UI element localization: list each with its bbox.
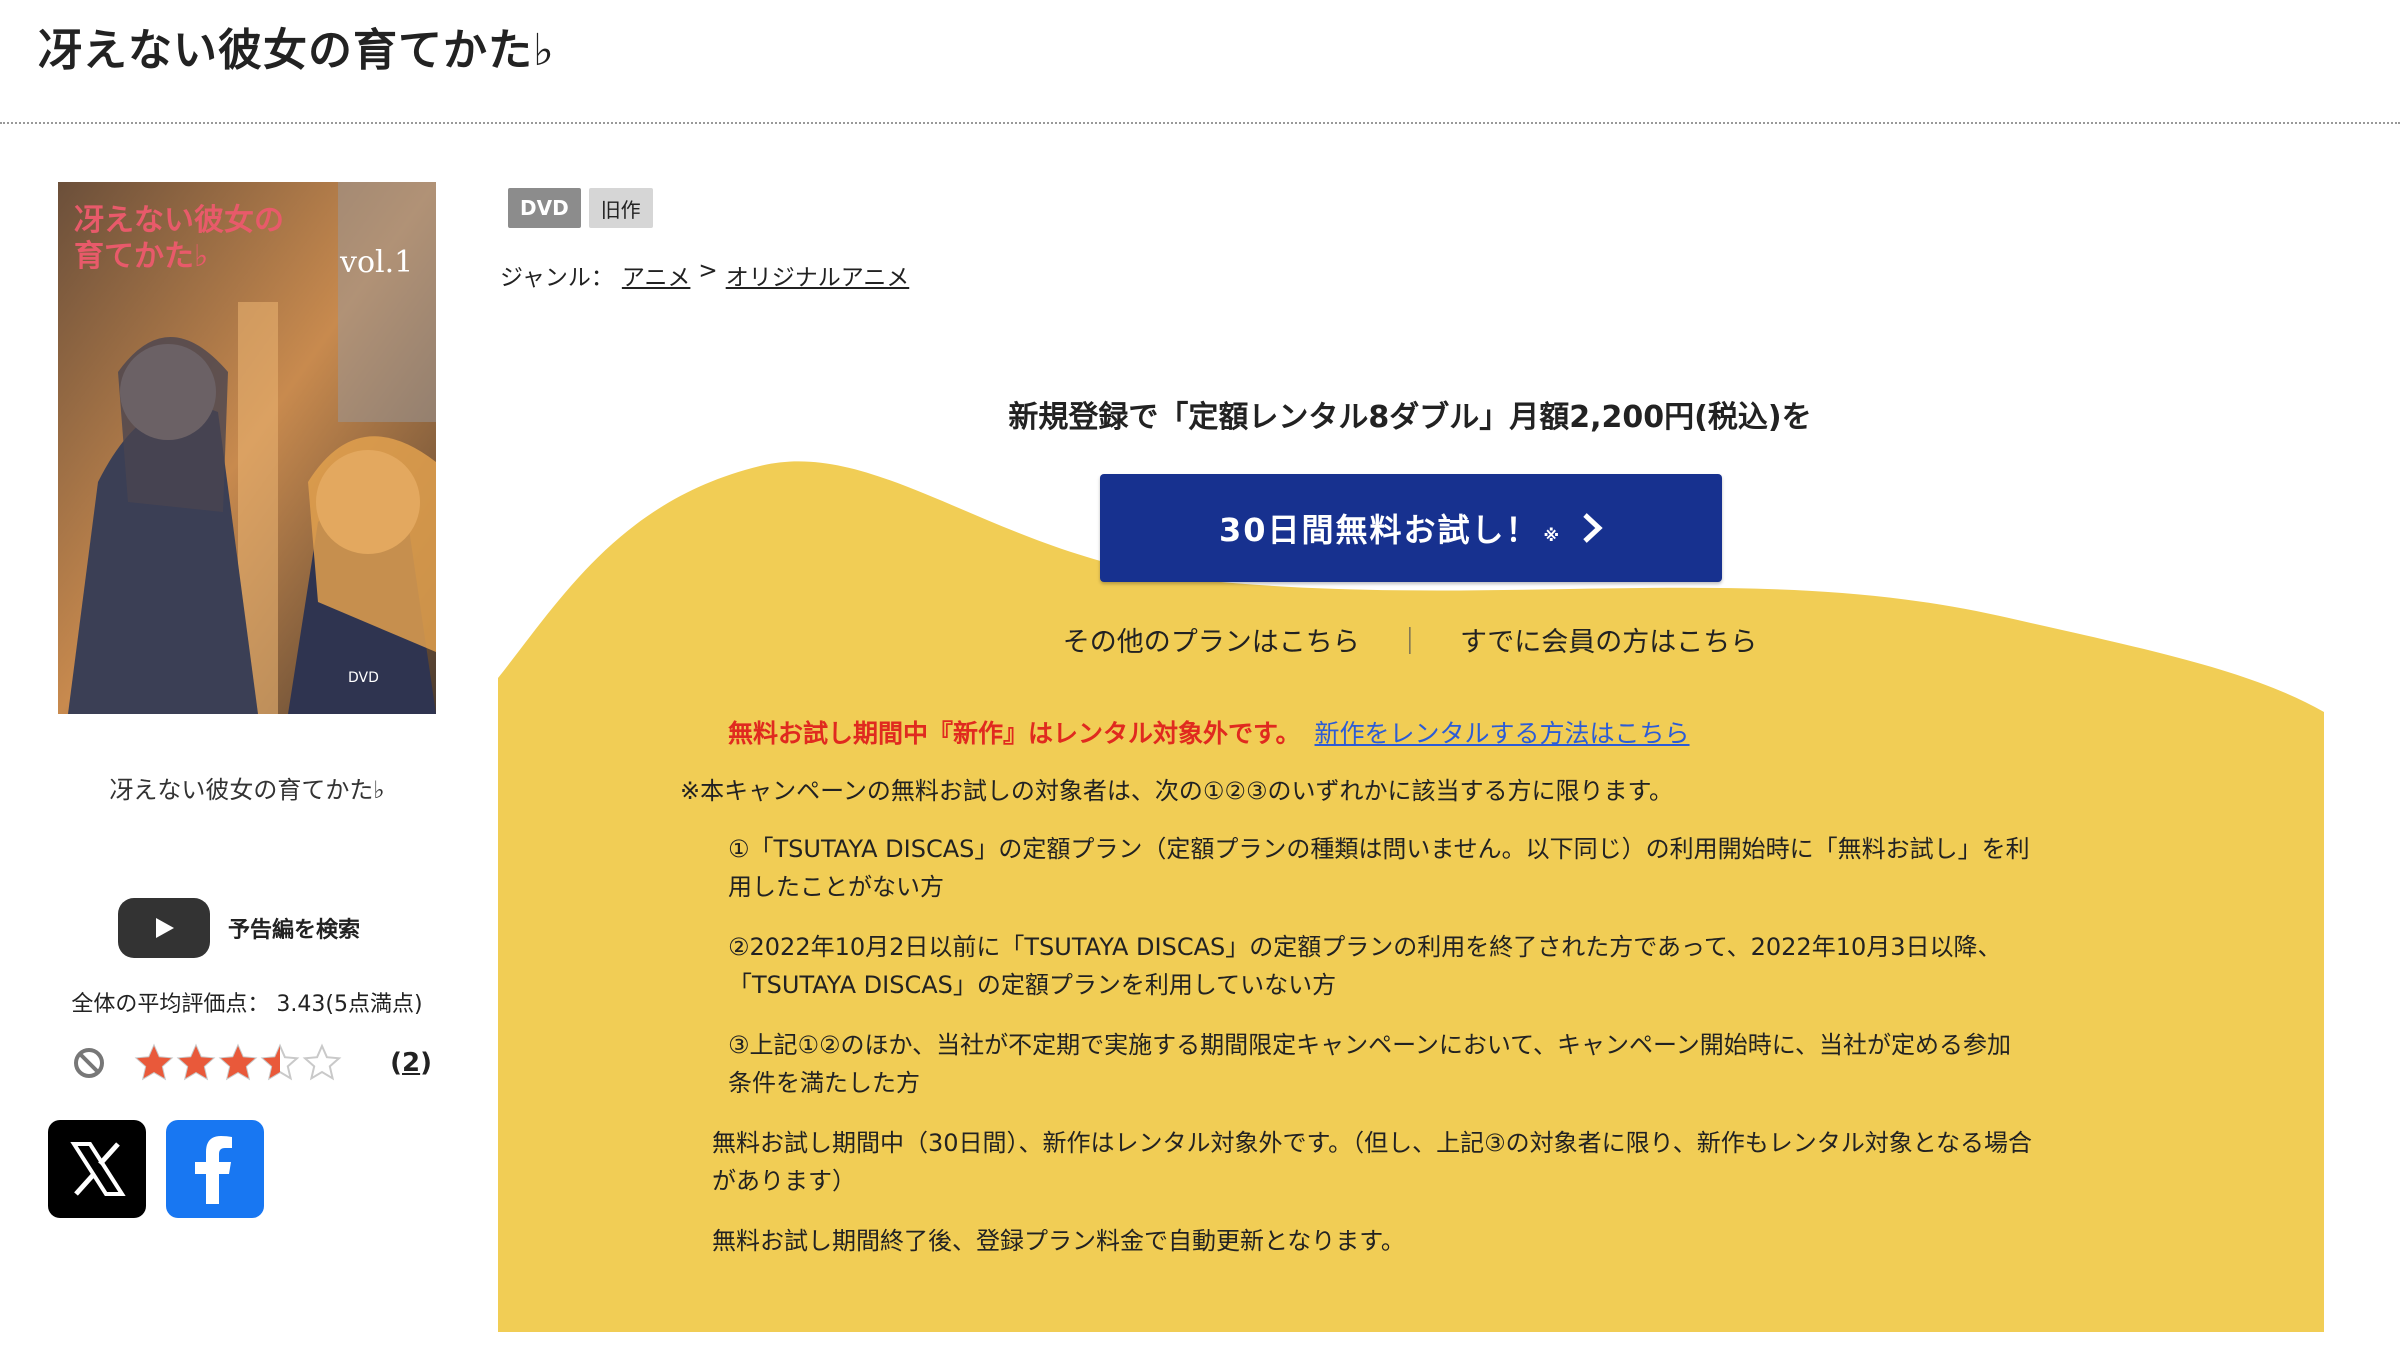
link-separator: ｜ <box>1396 627 1424 658</box>
new-release-rental-link[interactable]: 新作をレンタルする方法はこちら <box>1315 719 1690 748</box>
new-release-notice: 無料お試し期間中『新作』はレンタル対象外です。 新作をレンタルする方法はこちら <box>728 714 1690 750</box>
trial-note-1: 無料お試し期間中（30日間）、新作はレンタル対象外です。（但し、上記③の対象者に… <box>712 1129 2032 1195</box>
free-trial-button[interactable]: 30日間無料お試し！ ※ <box>1100 474 1722 582</box>
member-login-link[interactable]: すでに会員の方はこちら <box>1460 627 1757 658</box>
trial-note-2: 無料お試し期間終了後、登録プラン料金で自動更新となります。 <box>712 1227 1405 1255</box>
terms-intro: ※本キャンペーンの無料お試しの対象者は、次の①②③のいずれかに該当する方に限りま… <box>680 777 1674 805</box>
plan-links: その他のプランはこちら ｜ すでに会員の方はこちら <box>500 620 2320 659</box>
other-plans-link[interactable]: その他のプランはこちら <box>1063 627 1360 658</box>
promo-headline: 新規登録で「定額レンタル8ダブル」月額2,200円(税込)を <box>1008 400 1812 435</box>
term-1: ①「TSUTAYA DISCAS」の定額プラン（定額プランの種類は問いません。以… <box>728 835 2030 901</box>
term-3: ③上記①②のほか、当社が不定期で実施する期間限定キャンペーンにおいて、キャンペー… <box>728 1031 2012 1097</box>
free-trial-note-mark: ※ <box>1543 525 1562 545</box>
chevron-right-icon <box>1583 513 1603 543</box>
term-2: ②2022年10月2日以前に「TSUTAYA DISCAS」の定額プランの利用を… <box>728 933 2002 999</box>
free-trial-label: 30日間無料お試し！ <box>1218 511 1540 549</box>
new-release-warning: 無料お試し期間中『新作』はレンタル対象外です。 <box>728 719 1301 748</box>
